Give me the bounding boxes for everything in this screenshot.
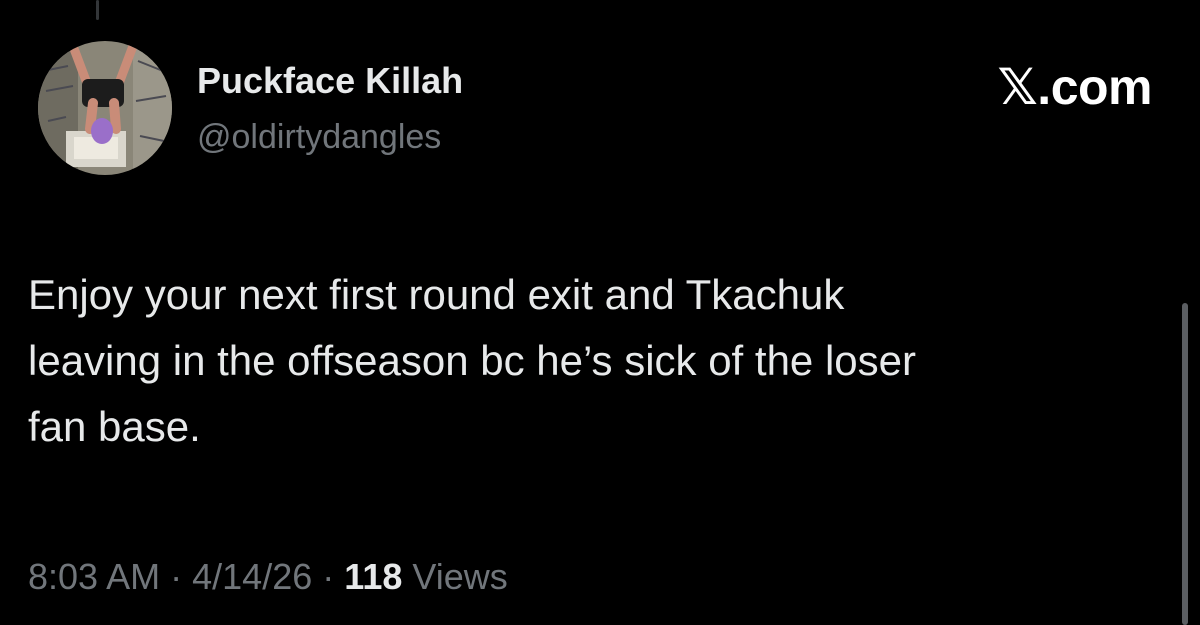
tweet-date[interactable]: 4/14/26 bbox=[192, 556, 312, 597]
tweet-meta: 8:03 AM · 4/14/26 · 118 Views bbox=[28, 556, 508, 598]
x-com-logo: 𝕏.com bbox=[997, 59, 1153, 115]
avatar-photo-icon bbox=[38, 41, 172, 175]
meta-separator: · bbox=[322, 556, 335, 597]
views-label: Views bbox=[412, 556, 508, 597]
tweet-text: Enjoy your next first round exit and Tka… bbox=[28, 271, 916, 450]
author-display-name[interactable]: Puckface Killah bbox=[197, 60, 463, 102]
views-count: 118 bbox=[344, 556, 403, 597]
meta-separator: · bbox=[170, 556, 183, 597]
tweet-time[interactable]: 8:03 AM bbox=[28, 556, 160, 597]
scrollbar[interactable] bbox=[1182, 303, 1188, 625]
thread-connector-line bbox=[96, 0, 99, 20]
avatar[interactable] bbox=[38, 41, 172, 175]
author-handle[interactable]: @oldirtydangles bbox=[197, 118, 441, 157]
